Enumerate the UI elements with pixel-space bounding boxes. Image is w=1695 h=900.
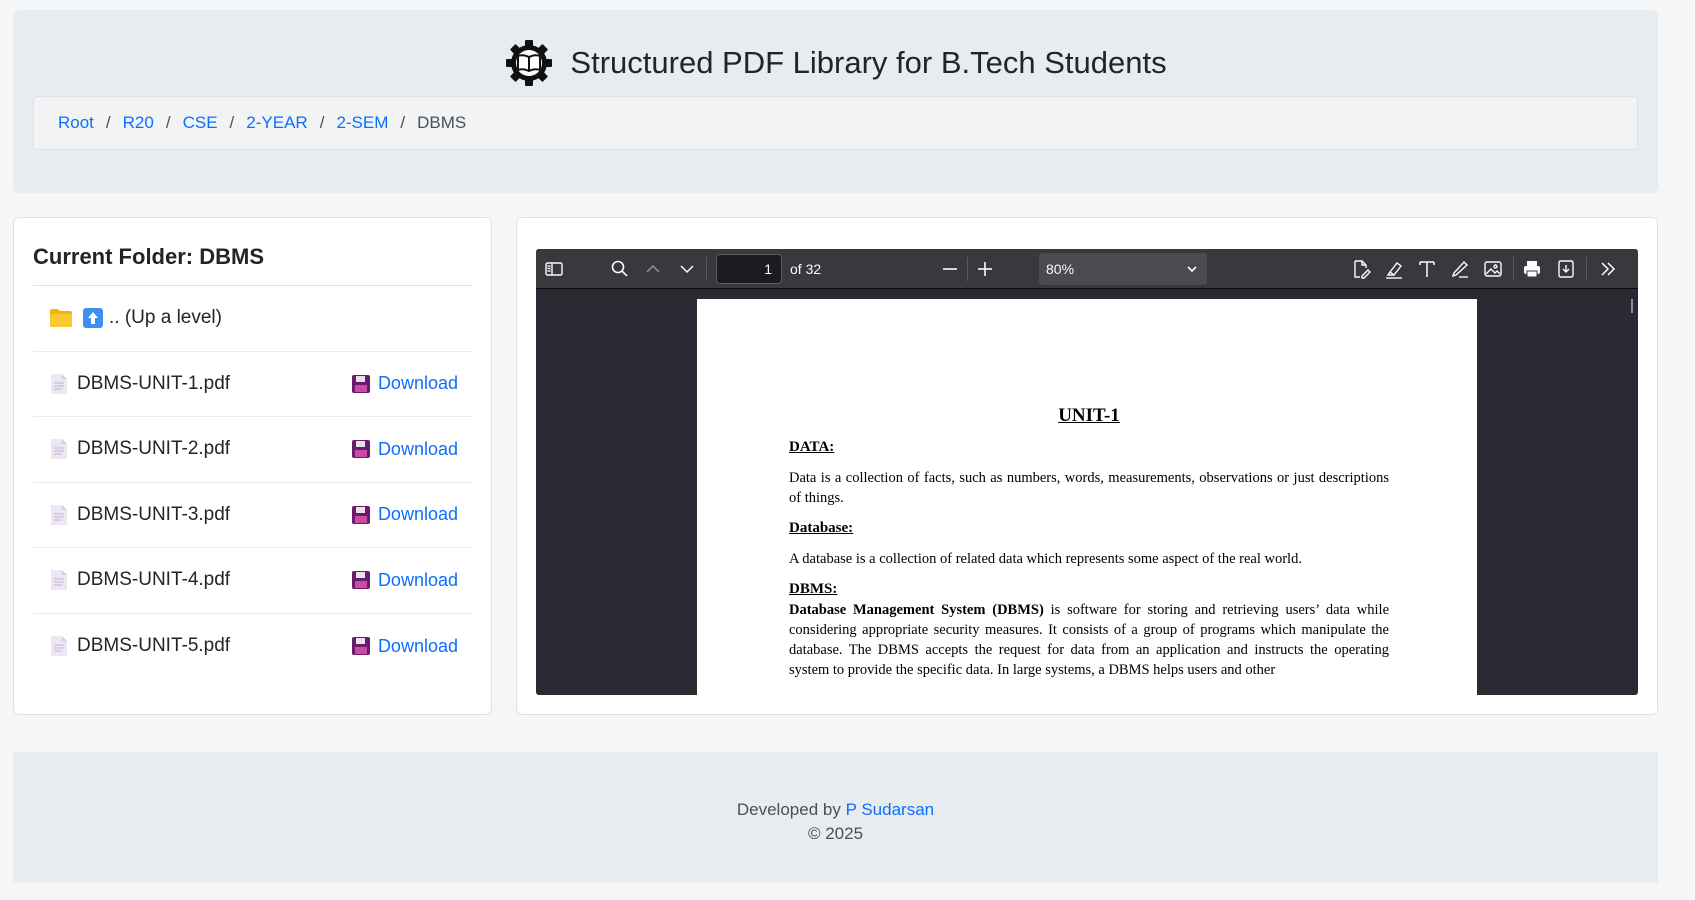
header-title-row: Structured PDF Library for B.Tech Studen… <box>13 38 1658 88</box>
save-icon[interactable] <box>1556 259 1576 279</box>
page-number-input[interactable]: 1 <box>716 254 782 284</box>
breadcrumb-root[interactable]: Root <box>58 113 94 133</box>
highlight-icon[interactable] <box>1384 259 1404 279</box>
file-name[interactable]: DBMS-UNIT-5.pdf <box>77 635 352 657</box>
dbms-paragraph: Database Management System (DBMS) is sof… <box>789 600 1389 680</box>
breadcrumb-r20[interactable]: R20 <box>123 113 154 133</box>
breadcrumb-separator: / <box>105 113 111 132</box>
floppy-disk-icon <box>351 571 370 590</box>
download-label: Download <box>377 635 458 656</box>
up-level-label: .. (Up a level) <box>109 307 222 329</box>
search-icon[interactable] <box>610 259 630 279</box>
dbms-term: Database Management System (DBMS) <box>789 602 1044 618</box>
page-title: Structured PDF Library for B.Tech Studen… <box>570 45 1167 80</box>
document-icon <box>51 373 67 394</box>
folder-sidebar: Current Folder: DBMS .. (Up a level) DBM… <box>13 217 492 715</box>
document-icon <box>51 570 67 591</box>
file-item: DBMS-UNIT-1.pdf Download <box>33 352 472 417</box>
zoom-in-icon[interactable] <box>975 259 995 279</box>
file-name[interactable]: DBMS-UNIT-2.pdf <box>77 438 352 460</box>
toolbar-divider <box>1513 257 1514 281</box>
breadcrumb-separator: / <box>400 113 406 132</box>
folder-icon <box>50 309 72 328</box>
document-title: UNIT-1 <box>1058 405 1120 426</box>
download-button[interactable]: Download <box>351 569 458 591</box>
floppy-disk-icon <box>351 374 370 393</box>
breadcrumb-cse[interactable]: CSE <box>183 113 218 133</box>
download-label: Download <box>377 504 458 525</box>
file-name[interactable]: DBMS-UNIT-1.pdf <box>77 373 352 395</box>
download-button[interactable]: Download <box>351 504 458 525</box>
current-folder-heading: Current Folder: DBMS <box>33 244 472 286</box>
download-button[interactable]: Download <box>351 438 458 460</box>
pdf-page: UNIT-1 DATA: Data is a collection of fac… <box>697 299 1477 695</box>
data-paragraph: Data is a collection of facts, such as n… <box>789 470 1389 506</box>
up-level-item[interactable]: .. (Up a level) <box>33 286 472 352</box>
zoom-value: 80% <box>1046 261 1075 277</box>
file-name[interactable]: DBMS-UNIT-4.pdf <box>77 569 352 591</box>
document-icon <box>51 439 67 460</box>
file-item: DBMS-UNIT-4.pdf Download <box>33 548 472 614</box>
file-name[interactable]: DBMS-UNIT-3.pdf <box>77 504 352 526</box>
author-link[interactable]: P Sudarsan <box>846 800 935 819</box>
print-icon[interactable] <box>1522 259 1542 279</box>
breadcrumb-separator: / <box>319 113 325 132</box>
file-item: DBMS-UNIT-5.pdf Download <box>33 614 472 680</box>
copyright: © 2025 <box>807 824 864 843</box>
zoom-select[interactable]: 80% <box>1039 253 1207 285</box>
document-icon <box>51 504 67 525</box>
up-arrow-icon <box>83 308 103 329</box>
more-tools-icon[interactable] <box>1598 259 1618 279</box>
floppy-disk-icon <box>351 505 370 524</box>
pdf-viewer-card: 1 of 32 80% UNIT-1 DATA: Data is a colle… <box>516 217 1658 715</box>
page-count-label: of 32 <box>790 261 822 277</box>
download-label: Download <box>377 373 458 394</box>
data-heading: DATA: <box>789 439 835 455</box>
database-paragraph: A database is a collection of related da… <box>789 551 1302 567</box>
file-item: DBMS-UNIT-2.pdf Download <box>33 417 472 483</box>
toolbar-divider <box>967 257 968 281</box>
breadcrumb-2-year[interactable]: 2-YEAR <box>246 113 307 133</box>
chevron-down-icon <box>1187 266 1197 273</box>
document-icon <box>51 636 67 657</box>
download-label: Download <box>377 438 458 459</box>
file-item: DBMS-UNIT-3.pdf Download <box>33 483 472 548</box>
dbms-heading: DBMS: <box>789 581 838 597</box>
pdf-toolbar: 1 of 32 80% <box>536 249 1638 289</box>
breadcrumb-separator: / <box>229 113 235 132</box>
breadcrumb-2-sem[interactable]: 2-SEM <box>336 113 388 133</box>
database-heading: Database: <box>789 520 854 536</box>
footer-credit: Developed by P Sudarsan <box>13 798 1658 822</box>
page-header: Structured PDF Library for B.Tech Studen… <box>13 10 1658 193</box>
page-footer: Developed by P Sudarsan © 2025 <box>13 752 1658 883</box>
download-button[interactable]: Download <box>351 373 458 394</box>
sidebar-toggle-icon[interactable] <box>544 259 564 279</box>
text-icon[interactable] <box>1417 259 1437 279</box>
download-label: Download <box>377 569 458 590</box>
toolbar-divider <box>1586 257 1587 281</box>
floppy-disk-icon <box>351 440 370 459</box>
gear-book-icon <box>506 40 553 86</box>
next-page-icon[interactable] <box>677 259 697 279</box>
floppy-disk-icon <box>351 637 370 656</box>
breadcrumb: Root / R20 / CSE / 2-YEAR / 2-SEM / DBMS <box>33 96 1638 150</box>
toolbar-divider <box>706 257 707 281</box>
file-list: .. (Up a level) DBMS-UNIT-1.pdf Download… <box>33 286 472 679</box>
image-icon[interactable] <box>1483 259 1503 279</box>
pdf-viewer: 1 of 32 80% UNIT-1 DATA: Data is a colle… <box>536 249 1638 695</box>
breadcrumb-current: DBMS <box>417 113 467 132</box>
draw-icon[interactable] <box>1450 259 1470 279</box>
scrollbar-thumb[interactable] <box>1631 299 1633 313</box>
breadcrumb-separator: / <box>165 113 171 132</box>
edit-pdf-icon[interactable] <box>1351 259 1371 279</box>
developed-by-label: Developed by <box>736 800 841 819</box>
previous-page-icon[interactable] <box>643 259 663 279</box>
download-button[interactable]: Download <box>351 635 458 657</box>
zoom-out-icon[interactable] <box>940 259 960 279</box>
